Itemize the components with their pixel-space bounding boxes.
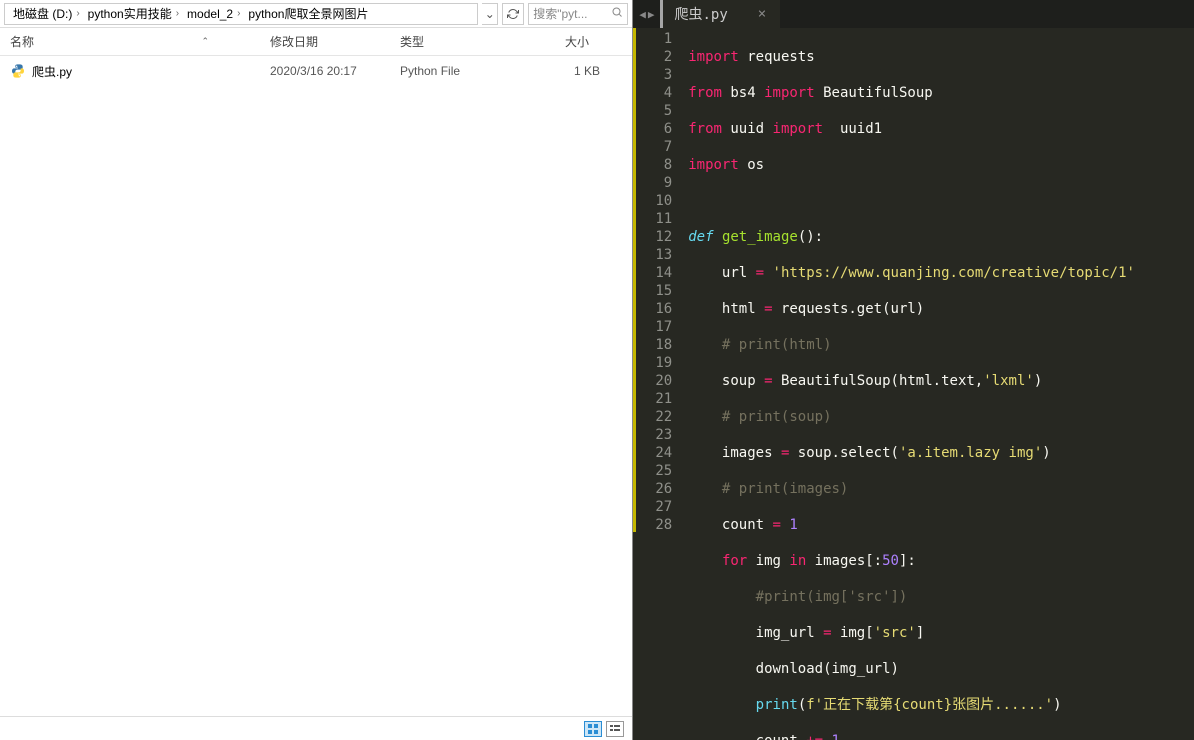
tab-title: 爬虫.py bbox=[674, 4, 727, 24]
file-row[interactable]: 爬虫.py 2020/3/16 20:17 Python File 1 KB bbox=[0, 60, 632, 82]
breadcrumb-item[interactable]: 地磁盘 (D:)› bbox=[9, 5, 84, 22]
code-area[interactable]: 1234567891011121314151617181920212223242… bbox=[633, 28, 1194, 740]
breadcrumb-item[interactable]: python爬取全景网图片 bbox=[244, 5, 372, 22]
address-dropdown-button[interactable]: ⌄ bbox=[482, 3, 498, 25]
close-icon[interactable]: × bbox=[758, 6, 766, 22]
nav-left-icon[interactable]: ◀ bbox=[639, 8, 646, 21]
view-details-button[interactable] bbox=[584, 721, 602, 737]
tab-bar: ◀ ▶ 爬虫.py × bbox=[633, 0, 1194, 28]
search-input[interactable]: 搜索"pyt... bbox=[528, 3, 628, 25]
editor-tab[interactable]: 爬虫.py × bbox=[660, 0, 780, 28]
breadcrumb[interactable]: 地磁盘 (D:)› python实用技能› model_2› python爬取全… bbox=[4, 3, 478, 25]
column-size[interactable]: 大小 bbox=[510, 33, 610, 50]
sort-ascending-icon: ⌃ bbox=[201, 36, 209, 47]
search-icon bbox=[611, 6, 623, 21]
chevron-right-icon: › bbox=[237, 8, 240, 19]
file-explorer-panel: 地磁盘 (D:)› python实用技能› model_2› python爬取全… bbox=[0, 0, 633, 740]
breadcrumb-item[interactable]: python实用技能› bbox=[84, 5, 183, 22]
dirty-indicator bbox=[660, 0, 663, 28]
chevron-right-icon: › bbox=[176, 8, 179, 19]
column-date[interactable]: 修改日期 bbox=[260, 33, 390, 50]
nav-right-icon[interactable]: ▶ bbox=[648, 8, 655, 21]
status-bar bbox=[0, 716, 632, 740]
file-type: Python File bbox=[390, 64, 510, 78]
code-content[interactable]: import requests from bs4 import Beautifu… bbox=[680, 28, 1194, 740]
line-number-gutter: 1234567891011121314151617181920212223242… bbox=[636, 28, 680, 740]
view-icons-button[interactable] bbox=[606, 721, 624, 737]
file-date: 2020/3/16 20:17 bbox=[260, 64, 390, 78]
python-file-icon bbox=[10, 63, 26, 79]
file-list[interactable]: 爬虫.py 2020/3/16 20:17 Python File 1 KB bbox=[0, 56, 632, 716]
column-headers: 名称⌃ 修改日期 类型 大小 bbox=[0, 28, 632, 56]
file-size: 1 KB bbox=[510, 64, 610, 78]
tab-nav-arrows[interactable]: ◀ ▶ bbox=[633, 0, 660, 28]
column-type[interactable]: 类型 bbox=[390, 33, 510, 50]
file-name: 爬虫.py bbox=[32, 63, 72, 80]
column-name[interactable]: 名称⌃ bbox=[0, 33, 260, 50]
refresh-button[interactable] bbox=[502, 3, 524, 25]
address-bar: 地磁盘 (D:)› python实用技能› model_2› python爬取全… bbox=[0, 0, 632, 28]
breadcrumb-item[interactable]: model_2› bbox=[183, 7, 244, 21]
chevron-right-icon: › bbox=[76, 8, 79, 19]
code-editor-panel: ◀ ▶ 爬虫.py × 1234567891011121314151617181… bbox=[633, 0, 1194, 740]
